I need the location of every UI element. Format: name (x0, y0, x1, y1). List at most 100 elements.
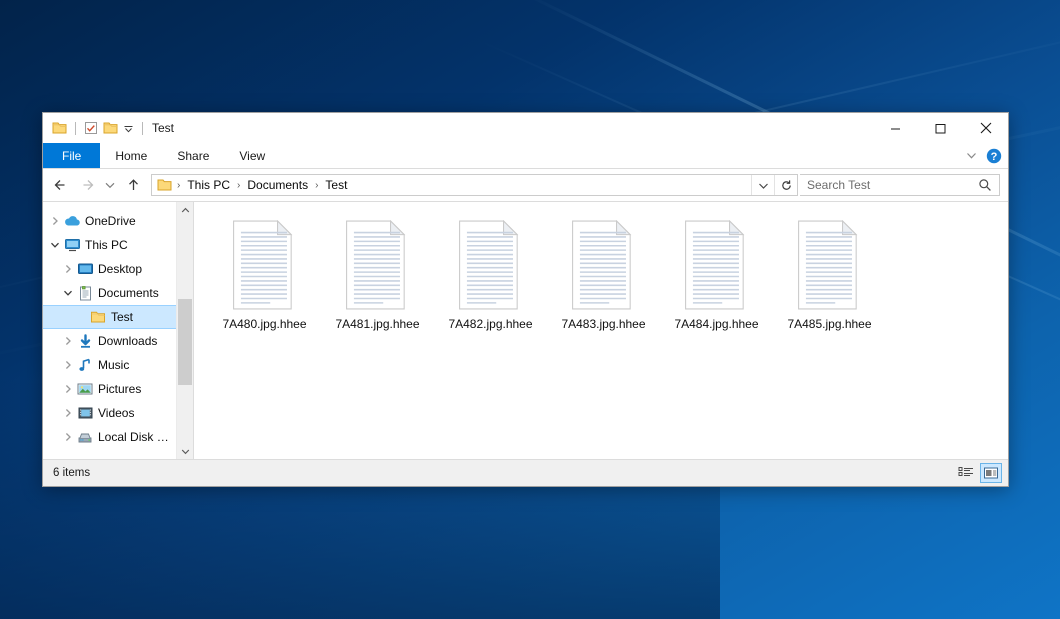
generic-document-icon (456, 220, 526, 310)
file-item[interactable]: 7A482.jpg.hhee (434, 216, 547, 344)
breadcrumb-separator: › (313, 180, 320, 191)
window-controls (873, 113, 1008, 143)
file-name-label: 7A485.jpg.hhee (784, 316, 874, 332)
chevron-right-icon[interactable] (47, 216, 63, 226)
sidebar-item-this-pc[interactable]: This PC (43, 233, 176, 257)
scrollbar-thumb[interactable] (178, 299, 192, 385)
chevron-down-icon[interactable] (60, 288, 76, 298)
generic-document-icon (682, 220, 752, 310)
generic-document-icon (795, 220, 865, 310)
chevron-right-icon[interactable] (60, 336, 76, 346)
refresh-button[interactable] (774, 175, 797, 195)
chevron-down-icon[interactable] (47, 240, 63, 250)
back-button[interactable] (49, 173, 73, 197)
sidebar-item-downloads[interactable]: Downloads (43, 329, 176, 353)
sidebar-item-label: Desktop (98, 262, 142, 276)
recent-locations-button[interactable] (101, 173, 119, 197)
music-icon (76, 358, 94, 373)
new-folder-icon[interactable] (103, 121, 118, 135)
sidebar-item-label: OneDrive (85, 214, 136, 228)
window-body: OneDrive This PC Desktop Documents Test Downl… (43, 201, 1008, 459)
details-view-button[interactable] (955, 463, 977, 483)
sidebar-item-music[interactable]: Music (43, 353, 176, 377)
disk-icon (76, 430, 94, 444)
scrollbar-track[interactable] (177, 218, 193, 443)
up-button[interactable] (121, 173, 145, 197)
breadcrumb-documents[interactable]: Documents (243, 176, 312, 194)
sidebar-item-documents[interactable]: Documents (43, 281, 176, 305)
sidebar-item-label: Local Disk (C:) (98, 430, 172, 444)
tab-share[interactable]: Share (162, 143, 224, 168)
downloads-icon (76, 334, 94, 349)
file-item[interactable]: 7A483.jpg.hhee (547, 216, 660, 344)
file-explorer-window: Test File Home Share View ? (42, 112, 1009, 487)
chevron-right-icon[interactable] (60, 384, 76, 394)
file-list-view[interactable]: 7A480.jpg.hhee 7A481.jpg.hhee 7A482.jpg.hh… (194, 202, 1008, 459)
svg-text:?: ? (991, 151, 998, 163)
file-name-label: 7A480.jpg.hhee (219, 316, 309, 332)
desktop-icon (76, 262, 94, 276)
generic-document-icon (343, 220, 413, 310)
tab-home[interactable]: Home (100, 143, 162, 168)
sidebar-item-label: Downloads (98, 334, 157, 348)
file-item[interactable]: 7A484.jpg.hhee (660, 216, 773, 344)
title-bar: Test (43, 113, 1008, 143)
chevron-right-icon[interactable] (60, 432, 76, 442)
breadcrumb-this-pc[interactable]: This PC (183, 176, 234, 194)
sidebar-item-pictures[interactable]: Pictures (43, 377, 176, 401)
sidebar-item-label: Documents (98, 286, 159, 300)
sidebar-item-label: This PC (85, 238, 128, 252)
properties-icon[interactable] (84, 121, 98, 135)
chevron-right-icon[interactable] (60, 408, 76, 418)
search-box[interactable] (800, 174, 1000, 196)
forward-button[interactable] (75, 173, 99, 197)
file-name-label: 7A484.jpg.hhee (671, 316, 761, 332)
scroll-down-button[interactable] (177, 443, 193, 459)
sidebar-item-label: Music (98, 358, 129, 372)
sidebar-item-desktop[interactable]: Desktop (43, 257, 176, 281)
scroll-up-button[interactable] (177, 202, 193, 218)
help-icon[interactable]: ? (986, 148, 1002, 164)
file-name-label: 7A481.jpg.hhee (332, 316, 422, 332)
search-input[interactable] (800, 177, 975, 193)
cloud-icon (63, 214, 81, 228)
folder-icon (156, 178, 174, 192)
minimize-button[interactable] (873, 113, 918, 143)
folder-icon[interactable] (52, 121, 67, 135)
generic-document-icon (230, 220, 300, 310)
documents-icon (76, 286, 94, 301)
chevron-down-icon[interactable] (965, 149, 978, 162)
sidebar-item-videos[interactable]: Videos (43, 401, 176, 425)
breadcrumb-separator: › (235, 180, 242, 191)
navigation-tree: OneDrive This PC Desktop Documents Test Downl… (43, 202, 176, 459)
close-button[interactable] (963, 113, 1008, 143)
computer-icon (63, 238, 81, 252)
tab-file[interactable]: File (43, 143, 100, 168)
address-bar[interactable]: › This PC › Documents › Test (151, 174, 798, 196)
sidebar-item-local-disk-c[interactable]: Local Disk (C:) (43, 425, 176, 449)
sidebar-item-onedrive[interactable]: OneDrive (43, 209, 176, 233)
breadcrumb-test[interactable]: Test (321, 176, 351, 194)
customize-dropdown-icon[interactable] (123, 123, 134, 134)
tab-view[interactable]: View (224, 143, 280, 168)
ribbon-tab-strip: File Home Share View ? (43, 143, 1008, 169)
navigation-scrollbar[interactable] (176, 202, 193, 459)
address-dropdown-button[interactable] (751, 175, 774, 195)
chevron-right-icon[interactable] (60, 360, 76, 370)
large-icons-view-button[interactable] (980, 463, 1002, 483)
file-name-label: 7A482.jpg.hhee (445, 316, 535, 332)
file-item[interactable]: 7A485.jpg.hhee (773, 216, 886, 344)
sidebar-item-test[interactable]: Test (43, 305, 176, 329)
details-view-icon (958, 466, 974, 480)
sidebar-item-label: Test (111, 310, 133, 324)
file-item[interactable]: 7A480.jpg.hhee (208, 216, 321, 344)
large-icons-view-icon (983, 466, 999, 480)
generic-document-icon (569, 220, 639, 310)
file-item[interactable]: 7A481.jpg.hhee (321, 216, 434, 344)
file-name-label: 7A483.jpg.hhee (558, 316, 648, 332)
chevron-right-icon[interactable] (60, 264, 76, 274)
search-icon[interactable] (975, 178, 999, 192)
navigation-pane: OneDrive This PC Desktop Documents Test Downl… (43, 202, 194, 459)
view-buttons (955, 463, 1002, 483)
maximize-button[interactable] (918, 113, 963, 143)
